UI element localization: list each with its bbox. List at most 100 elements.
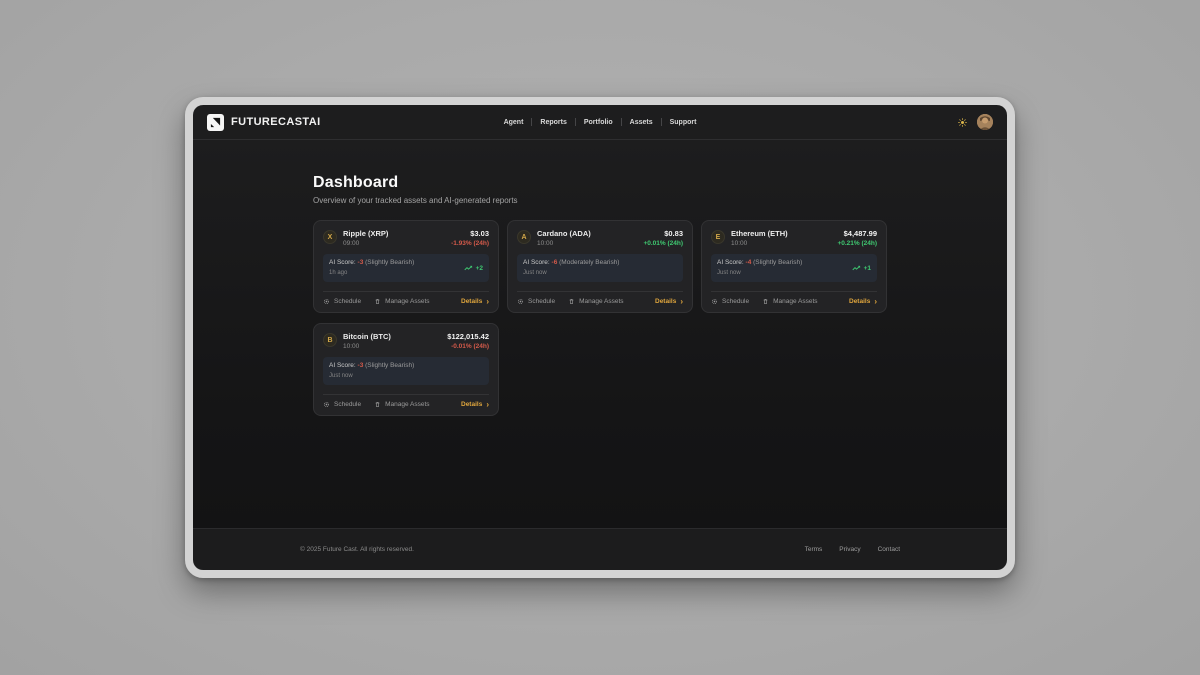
- trend-badge: +2: [464, 265, 483, 272]
- manage-assets-button[interactable]: Manage Assets: [568, 298, 623, 305]
- manage-assets-button[interactable]: Manage Assets: [374, 401, 429, 408]
- trend-up-icon: [464, 265, 473, 271]
- page-subtitle: Overview of your tracked assets and AI-g…: [313, 196, 887, 205]
- chevron-right-icon: ›: [486, 299, 489, 305]
- gear-icon: [517, 298, 524, 305]
- chevron-right-icon: ›: [874, 299, 877, 305]
- chevron-right-icon: ›: [680, 299, 683, 305]
- trash-icon: [762, 298, 769, 305]
- schedule-button[interactable]: Schedule: [323, 298, 361, 305]
- ai-score-panel: AI Score: -3 (Slightly Bearish) 1h ago: [323, 254, 489, 282]
- coin-change: +0.01% (24h): [643, 239, 683, 248]
- manage-assets-button[interactable]: Manage Assets: [374, 298, 429, 305]
- ai-sentiment: (Slightly Bearish): [753, 259, 802, 266]
- card-actions: Schedule Manage Assets Details ›: [323, 394, 489, 408]
- coin-change: -1.93% (24h): [451, 239, 489, 248]
- nav-item-agent[interactable]: Agent: [496, 119, 532, 126]
- coin-name: Bitcoin (BTC): [343, 332, 391, 341]
- coin-price: $4,487.99: [837, 229, 877, 238]
- ai-sentiment: (Moderately Bearish): [559, 259, 619, 266]
- coin-time: 10:00: [537, 239, 591, 248]
- nav-item-portfolio[interactable]: Portfolio: [576, 119, 621, 126]
- footer-links: Terms Privacy Contact: [805, 546, 900, 553]
- details-button[interactable]: Details ›: [461, 298, 489, 305]
- main-nav: Agent Reports Portfolio Assets Support: [407, 118, 793, 126]
- header-right: [793, 114, 993, 130]
- top-navbar: FUTURECASTAI Agent Reports Portfolio Ass…: [193, 105, 1007, 140]
- manage-assets-button[interactable]: Manage Assets: [762, 298, 817, 305]
- coin-avatar: X: [323, 230, 337, 244]
- sun-icon[interactable]: [958, 118, 967, 127]
- coin-time: 10:00: [731, 239, 788, 248]
- footer-link-contact[interactable]: Contact: [878, 546, 900, 553]
- asset-card-ethereum: E Ethereum (ETH) 10:00 $4,487.99 +0.21% …: [701, 220, 887, 313]
- footer: © 2025 Future Cast. All rights reserved.…: [193, 528, 1007, 570]
- user-avatar[interactable]: [977, 114, 993, 130]
- asset-card-cardano: A Cardano (ADA) 10:00 $0.83 +0.01% (24h): [507, 220, 693, 313]
- asset-card-ripple: X Ripple (XRP) 09:00 $3.03 -1.93% (24h): [313, 220, 499, 313]
- coin-time: 09:00: [343, 239, 388, 248]
- ai-score-value: -3: [358, 259, 364, 266]
- ai-score-panel: AI Score: -4 (Slightly Bearish) Just now: [711, 254, 877, 282]
- ai-sentiment: (Slightly Bearish): [365, 362, 414, 369]
- schedule-button[interactable]: Schedule: [711, 298, 749, 305]
- nav-item-reports[interactable]: Reports: [532, 119, 574, 126]
- footer-link-privacy[interactable]: Privacy: [839, 546, 860, 553]
- coin-change: +0.21% (24h): [837, 239, 877, 248]
- details-button[interactable]: Details ›: [655, 298, 683, 305]
- details-button[interactable]: Details ›: [849, 298, 877, 305]
- details-button[interactable]: Details ›: [461, 401, 489, 408]
- nav-item-assets[interactable]: Assets: [622, 119, 661, 126]
- gear-icon: [711, 298, 718, 305]
- gear-icon: [323, 298, 330, 305]
- ai-score-label: AI Score:: [329, 362, 356, 369]
- trend-value: +1: [864, 265, 871, 272]
- asset-card-grid: X Ripple (XRP) 09:00 $3.03 -1.93% (24h): [313, 220, 887, 416]
- coin-name: Ripple (XRP): [343, 229, 388, 238]
- trend-up-icon: [852, 265, 861, 271]
- ai-score-line: AI Score: -4 (Slightly Bearish): [717, 258, 802, 267]
- trend-badge: +1: [852, 265, 871, 272]
- ai-updated: Just now: [523, 269, 619, 278]
- schedule-button[interactable]: Schedule: [323, 401, 361, 408]
- ai-score-panel: AI Score: -6 (Moderately Bearish) Just n…: [517, 254, 683, 282]
- coin-change: -0.01% (24h): [447, 342, 489, 351]
- ai-updated: Just now: [329, 372, 414, 381]
- ai-score-label: AI Score:: [717, 259, 744, 266]
- gear-icon: [323, 401, 330, 408]
- nav-item-support[interactable]: Support: [662, 119, 705, 126]
- app-window: FUTURECASTAI Agent Reports Portfolio Ass…: [193, 105, 1007, 570]
- ai-score-value: -4: [746, 259, 752, 266]
- copyright-text: © 2025 Future Cast. All rights reserved.: [300, 546, 414, 553]
- trend-value: +2: [476, 265, 483, 272]
- card-actions: Schedule Manage Assets Details ›: [323, 291, 489, 305]
- ai-updated: 1h ago: [329, 269, 414, 278]
- page-title: Dashboard: [313, 174, 887, 192]
- asset-card-bitcoin: B Bitcoin (BTC) 10:00 $122,015.42 -0.01%…: [313, 323, 499, 416]
- coin-price: $0.83: [643, 229, 683, 238]
- ai-score-label: AI Score:: [523, 259, 550, 266]
- coin-avatar: E: [711, 230, 725, 244]
- ai-updated: Just now: [717, 269, 802, 278]
- footer-link-terms[interactable]: Terms: [805, 546, 823, 553]
- coin-price: $122,015.42: [447, 332, 489, 341]
- coin-name: Ethereum (ETH): [731, 229, 788, 238]
- coin-avatar: B: [323, 333, 337, 347]
- ai-score-value: -3: [358, 362, 364, 369]
- ai-score-line: AI Score: -3 (Slightly Bearish): [329, 258, 414, 267]
- ai-sentiment: (Slightly Bearish): [365, 259, 414, 266]
- trash-icon: [374, 298, 381, 305]
- schedule-button[interactable]: Schedule: [517, 298, 555, 305]
- card-actions: Schedule Manage Assets Details ›: [711, 291, 877, 305]
- ai-score-line: AI Score: -3 (Slightly Bearish): [329, 361, 414, 370]
- ai-score-label: AI Score:: [329, 259, 356, 266]
- brand[interactable]: FUTURECASTAI: [207, 114, 407, 131]
- coin-name: Cardano (ADA): [537, 229, 591, 238]
- coin-avatar: A: [517, 230, 531, 244]
- ai-score-line: AI Score: -6 (Moderately Bearish): [523, 258, 619, 267]
- coin-time: 10:00: [343, 342, 391, 351]
- trash-icon: [374, 401, 381, 408]
- ai-score-value: -6: [552, 259, 558, 266]
- device-frame: FUTURECASTAI Agent Reports Portfolio Ass…: [185, 97, 1015, 578]
- trash-icon: [568, 298, 575, 305]
